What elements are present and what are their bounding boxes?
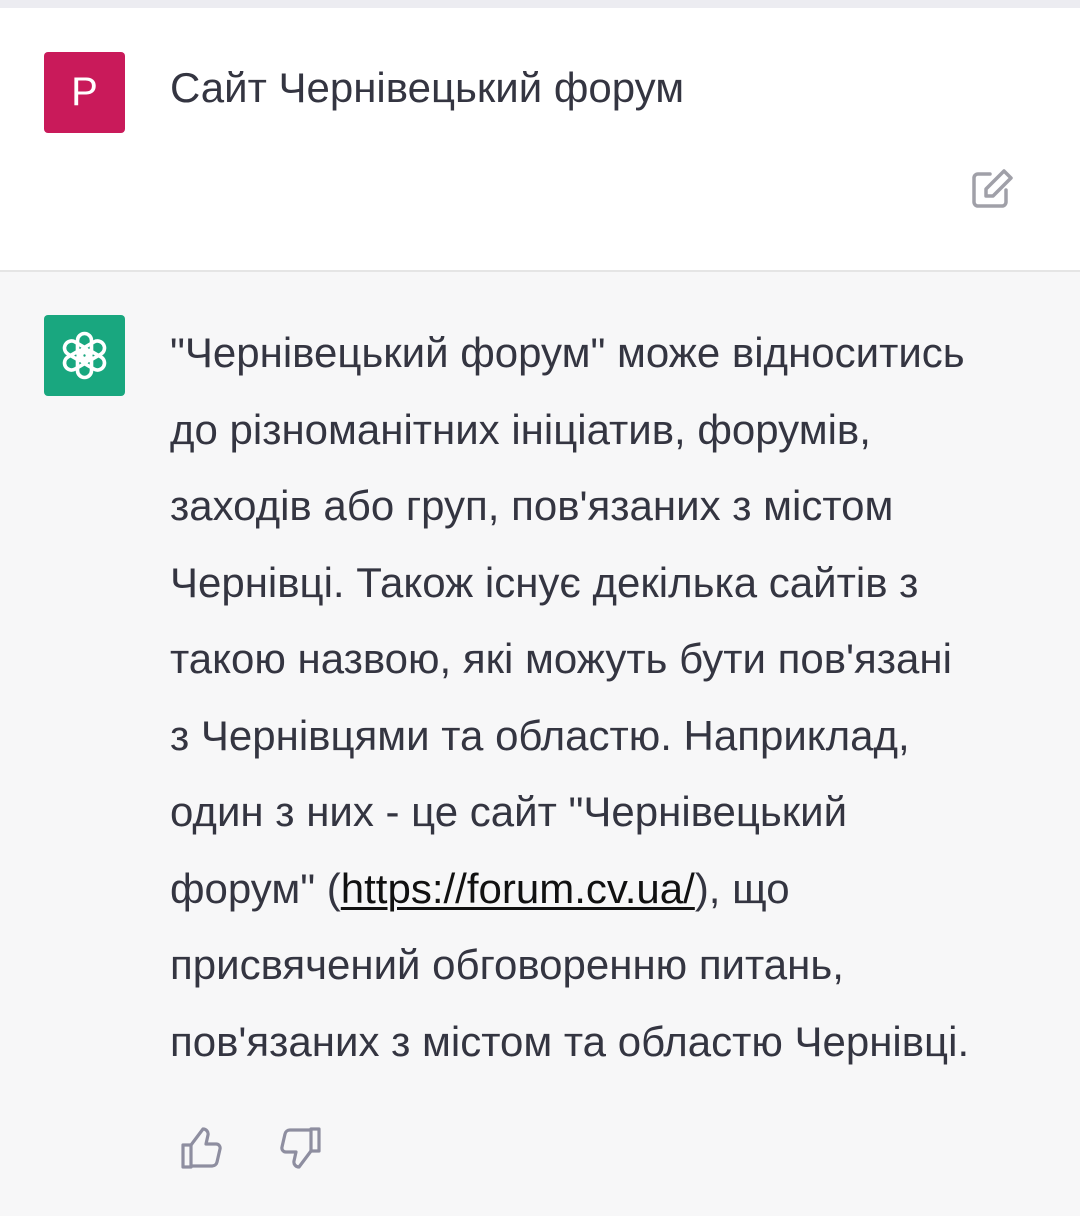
answer-text: ), що <box>694 864 790 912</box>
user-message-text: Сайт Чернівецький форум <box>170 64 685 111</box>
answer-text: форум" ( <box>170 864 341 912</box>
answer-line: такою назвою, які можуть бути пов'язані <box>170 635 952 682</box>
user-avatar: P <box>44 52 125 133</box>
answer-line: пов'язаних з містом та областю Чернівці. <box>170 1017 970 1065</box>
answer-line: з Чернівцями та областю. Наприклад, <box>170 711 910 759</box>
answer-line-with-link: форум" (https://forum.cv.ua/), що <box>170 851 1040 928</box>
answer-line: "Чернівецький форум" може відноситись <box>170 329 965 376</box>
edit-icon <box>972 169 1013 208</box>
thumbs-down-icon <box>280 1127 321 1169</box>
user-message: P Сайт Чернівецький форум <box>0 8 1080 272</box>
answer-line: Чернівці. Також існує декілька сайтів з <box>170 558 919 606</box>
answer-line: заходів або груп, пов'язаних з містом <box>170 482 894 529</box>
assistant-avatar <box>44 315 125 396</box>
assistant-message: "Чернівецький форум" може відноситись до… <box>0 272 1080 1216</box>
openai-logo-icon <box>62 331 107 380</box>
top-divider <box>0 0 1080 8</box>
forum-link[interactable]: https://forum.cv.ua/ <box>341 865 695 912</box>
thumbs-up-button[interactable] <box>176 1122 228 1174</box>
thumbs-up-icon <box>181 1127 222 1169</box>
thumbs-down-button[interactable] <box>274 1122 326 1174</box>
answer-line: присвячений обговоренню питань, <box>170 941 844 988</box>
answer-line: один з них - це сайт "Чернівецький <box>170 788 848 835</box>
edit-button[interactable] <box>968 166 1016 214</box>
answer-line: до різноманітних ініціатив, форумів, <box>170 405 871 453</box>
assistant-message-text: "Чернівецький форум" може відноситись до… <box>170 315 1040 1080</box>
